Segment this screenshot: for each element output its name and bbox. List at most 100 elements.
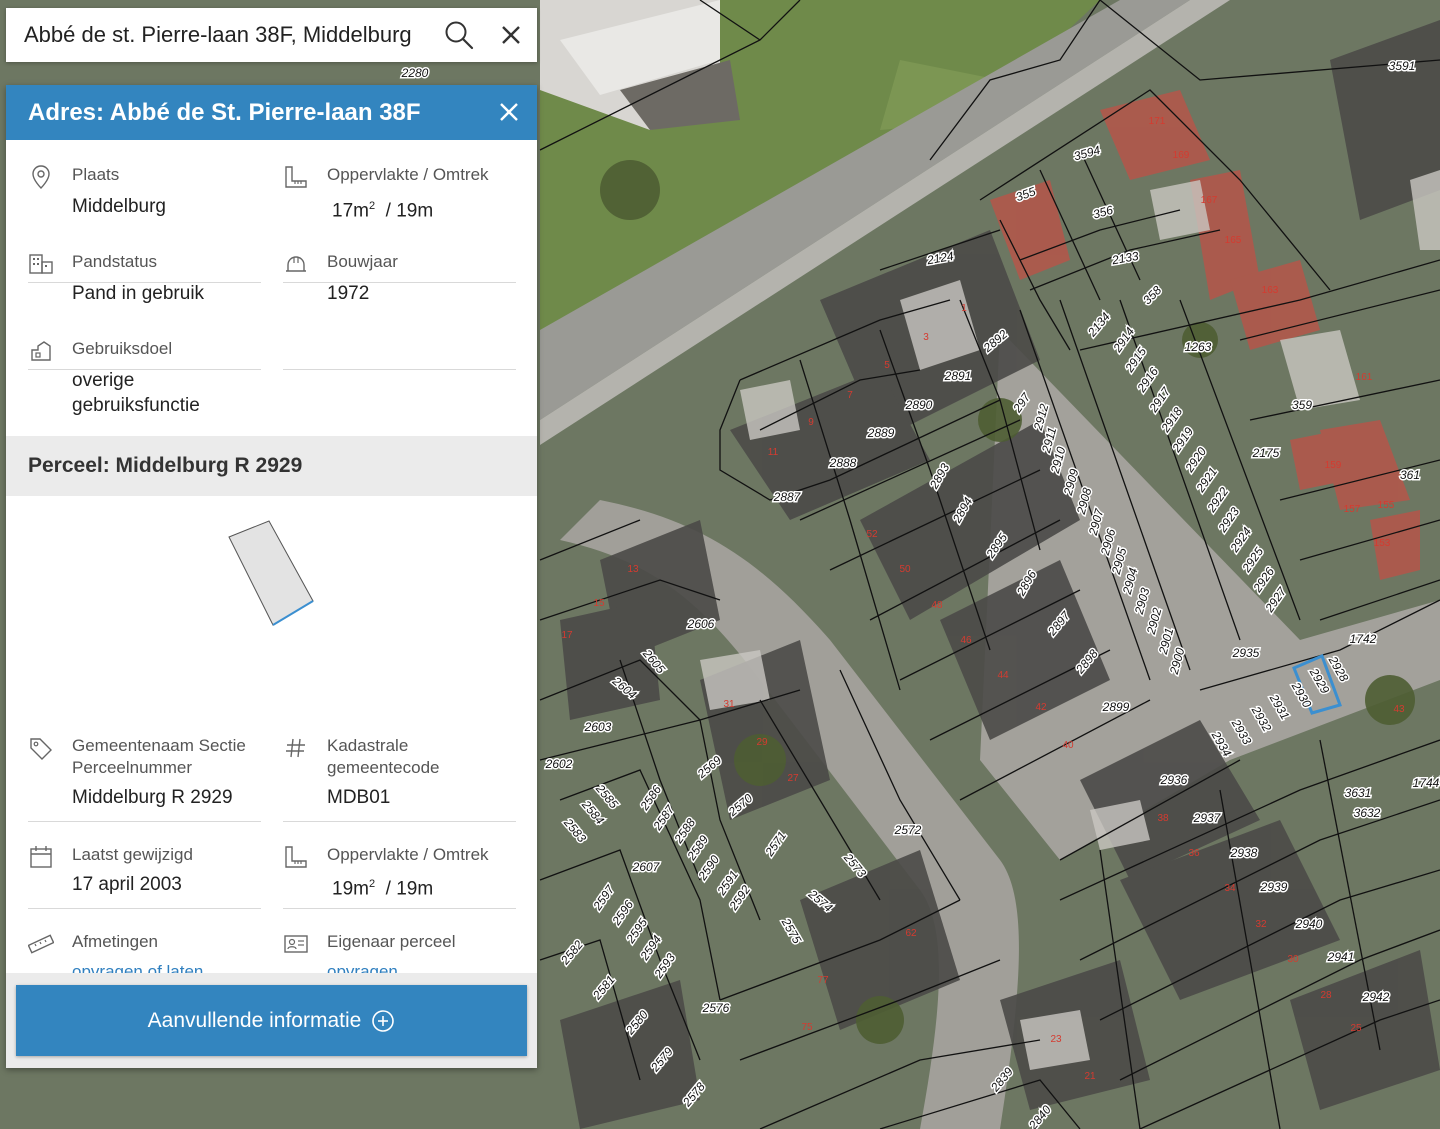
building-status-icon — [29, 254, 53, 274]
owner-card-icon — [284, 935, 308, 953]
house-number-label: 5 — [884, 360, 890, 371]
parcel-number-label: 2939 — [1260, 880, 1288, 894]
field-value: Middelburg — [72, 196, 166, 217]
construction-year-icon — [286, 256, 306, 272]
house-number-label: 171 — [1149, 116, 1166, 127]
field-value: 19m2 / 19m — [332, 878, 434, 900]
house-number-label: 28 — [1320, 990, 1332, 1001]
location-pin-icon — [32, 165, 50, 189]
parcel-number-label: 1744 — [1413, 776, 1440, 790]
parcel-number-label: 3632 — [1354, 806, 1381, 820]
house-number-label: 30 — [1287, 954, 1299, 965]
house-number-label: 43 — [1393, 704, 1405, 715]
house-number-label: 38 — [1157, 813, 1169, 824]
field-label: Oppervlakte / Omtrek — [327, 165, 489, 184]
house-number-label: 44 — [997, 670, 1009, 681]
parcel-number-label: 2887 — [773, 490, 802, 504]
tag-icon — [30, 738, 52, 760]
plus-circle-icon — [372, 1009, 395, 1032]
house-number-label: 48 — [931, 600, 943, 611]
parcel-number-label: 1742 — [1350, 632, 1377, 646]
house-number-label: 46 — [960, 635, 972, 646]
field-label: Bouwjaar — [327, 252, 398, 271]
close-icon — [500, 103, 518, 121]
field-label: Eigenaar perceel — [327, 932, 456, 951]
parcel-number-label: 2937 — [1193, 811, 1222, 825]
house-number-label: 34 — [1224, 883, 1236, 894]
field-value: 17m2 / 19m — [332, 200, 434, 222]
usage-purpose-icon — [31, 341, 51, 361]
additional-info-button[interactable]: Aanvullende informatie — [16, 985, 527, 1056]
parcel-number-label: 2607 — [632, 860, 661, 874]
parcel-number-label: 2891 — [944, 369, 972, 383]
parcel-number-label: 2175 — [1252, 446, 1280, 460]
field-value: overige gebruiksfunctie — [72, 370, 200, 416]
parcel-number-label: 2940 — [1295, 917, 1323, 931]
divider — [283, 908, 516, 909]
house-number-label: 77 — [817, 975, 829, 986]
field-label: Kadastrale gemeentecode — [327, 736, 440, 777]
house-number-label: 161 — [1356, 372, 1373, 383]
field-value: Pand in gebruik — [72, 283, 205, 304]
divider — [28, 908, 261, 909]
house-number-label: 32 — [1255, 919, 1267, 930]
search-bar: Abbé de st. Pierre-laan 38F, Middelburg — [6, 8, 537, 62]
calendar-icon — [30, 846, 52, 868]
additional-info-label: Aanvullende informatie — [147, 1008, 362, 1032]
parcel-number-label: 2888 — [829, 456, 857, 470]
house-number-label: 21 — [1084, 1071, 1096, 1082]
field-value: MDB01 — [327, 787, 391, 808]
field-label: Gemeentenaam Sectie Perceelnummer — [72, 736, 246, 777]
parcel-section-header: Perceel: Middelburg R 2929 — [6, 436, 537, 496]
field-label: Afmetingen — [72, 932, 158, 951]
house-number-label: 42 — [1035, 702, 1047, 713]
divider — [28, 821, 261, 822]
house-number-label: 50 — [899, 564, 911, 575]
house-number-label: 52 — [866, 529, 878, 540]
parcel-number-label: 2938 — [1230, 846, 1258, 860]
parcel-number-label: 359 — [1292, 398, 1312, 412]
field-value: 17 april 2003 — [72, 874, 182, 895]
house-number-label: 153 — [1374, 538, 1391, 549]
ruler-area-icon — [285, 166, 307, 188]
parcel-number-label: 2942 — [1362, 990, 1390, 1004]
house-number-label: 13 — [627, 564, 639, 575]
panel-footer: Aanvullende informatie — [6, 973, 537, 1068]
close-panel-button[interactable] — [491, 94, 527, 130]
house-number-label: 155 — [1378, 500, 1395, 511]
parcel-number-label: 2603 — [584, 720, 612, 734]
panel-title: Adres: Abbé de St. Pierre-laan 38F — [28, 98, 421, 126]
parcel-number-label: 2890 — [905, 398, 933, 412]
parcel-number-label: 2280 — [401, 66, 429, 80]
measure-tape-icon — [28, 934, 54, 954]
divider — [283, 369, 516, 370]
house-number-label: 27 — [787, 773, 799, 784]
field-label: Oppervlakte / Omtrek — [327, 845, 489, 864]
info-panel: Adres: Abbé de St. Pierre-laan 38F Plaat… — [6, 85, 537, 1068]
house-number-label: 1 — [961, 303, 967, 314]
parcel-number-label: 3631 — [1345, 786, 1372, 800]
clear-search-button[interactable] — [485, 8, 537, 62]
parcel-number-label: 2606 — [687, 617, 715, 631]
house-number-label: 159 — [1325, 460, 1342, 471]
house-number-label: 9 — [808, 417, 814, 428]
house-number-label: 165 — [1225, 235, 1242, 246]
field-value: Middelburg R 2929 — [72, 787, 233, 808]
close-icon — [502, 26, 520, 44]
parcel-number-label: 2889 — [867, 426, 895, 440]
house-number-label: 17 — [561, 630, 573, 641]
house-number-label: 75 — [801, 1022, 813, 1033]
house-number-label: 15 — [593, 598, 605, 609]
search-input[interactable]: Abbé de st. Pierre-laan 38F, Middelburg — [6, 22, 433, 48]
field-label: Plaats — [72, 165, 120, 184]
divider — [283, 821, 516, 822]
house-number-label: 36 — [1188, 848, 1200, 859]
search-button[interactable] — [433, 8, 485, 62]
parcel-number-label: 2936 — [1160, 773, 1188, 787]
parcel-number-label: 2602 — [545, 757, 573, 771]
parcel-section-title: Perceel: Middelburg R 2929 — [28, 454, 303, 477]
parcel-number-label: 1263 — [1185, 340, 1212, 354]
house-number-label: 40 — [1062, 740, 1074, 751]
house-number-label: 62 — [905, 928, 917, 939]
house-number-label: 169 — [1173, 150, 1190, 161]
